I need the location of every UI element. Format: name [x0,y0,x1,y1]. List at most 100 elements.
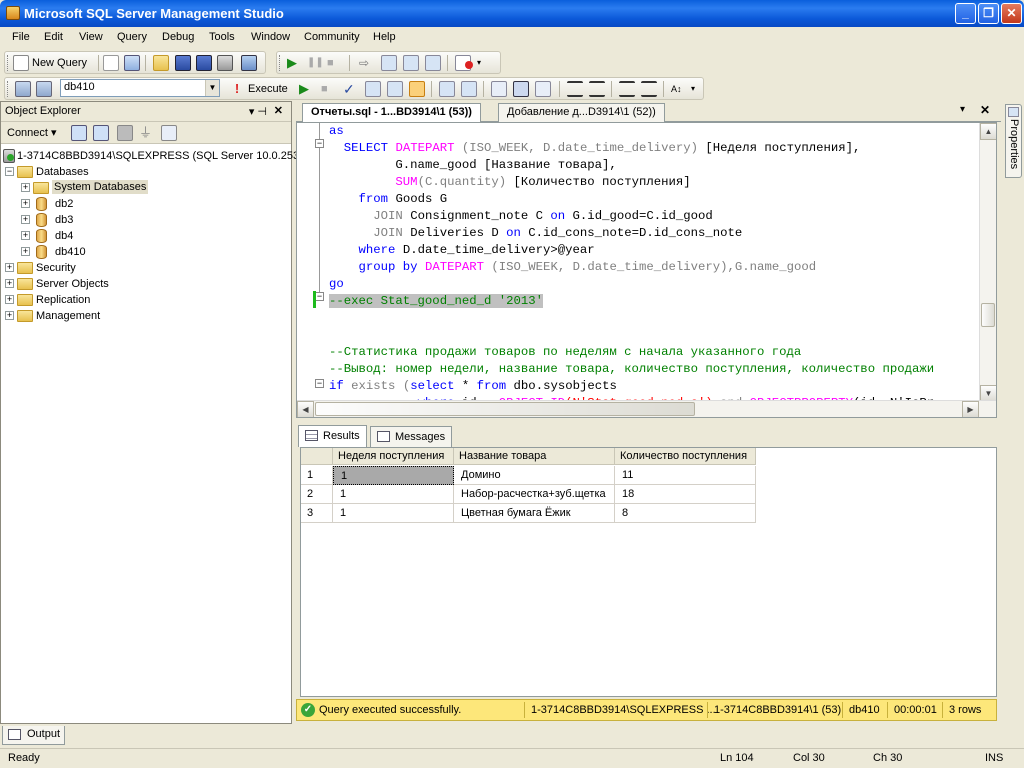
minimize-button[interactable]: _ [955,3,976,24]
collapse-icon[interactable]: − [5,167,14,176]
debug-run-icon[interactable]: ▶ [299,81,315,97]
expand-icon[interactable]: + [21,199,30,208]
cancel-query-icon[interactable]: ■ [321,81,337,97]
tab-dobavlenie[interactable]: Добавление д...D3914\1 (52)) [498,103,665,122]
databases-node[interactable]: − Databases [5,164,205,180]
menu-community[interactable]: Community [304,31,360,43]
restore-button[interactable]: ❐ [978,3,999,24]
toolbar-grip[interactable] [7,55,10,71]
column-header[interactable]: Название товара [454,448,615,465]
expand-icon[interactable]: + [5,295,14,304]
tab-list-chevron-icon[interactable]: ▾ [960,104,965,115]
activity-monitor-icon[interactable] [241,55,257,71]
step-out-icon[interactable] [425,55,441,71]
results-to-text-icon[interactable] [409,81,425,97]
close-button[interactable]: ✕ [1001,3,1022,24]
specify-values-icon[interactable]: A↕ [671,81,687,97]
display-plan-icon[interactable] [365,81,381,97]
properties-side-tab[interactable]: Properties [1005,104,1022,178]
tab-results[interactable]: Results [298,425,367,447]
sql-editor[interactable]: − − − as SELECT DATEPART (ISO_WEEK, D.da… [296,122,997,418]
results-to-grid-icon[interactable] [513,81,529,97]
grid-cell[interactable]: 18 [615,485,756,504]
query-designer-icon[interactable] [387,81,403,97]
server-objects-node[interactable]: + Server Objects [5,276,205,292]
tab-otchety-sql[interactable]: Отчеты.sql - 1...BD3914\1 (53)) [302,103,481,123]
expand-icon[interactable]: + [5,279,14,288]
grid-cell[interactable]: 1 [333,485,454,504]
disconnect-icon[interactable] [93,125,109,141]
increase-indent-icon[interactable] [641,81,657,97]
scroll-right-icon[interactable]: ▶ [962,401,979,417]
close-icon[interactable]: ✕ [274,104,283,117]
pause-icon[interactable]: ❚❚ [307,55,324,71]
menu-file[interactable]: File [12,31,30,43]
toolbar-grip[interactable] [279,55,282,71]
menu-help[interactable]: Help [373,31,396,43]
chevron-down-icon[interactable]: ▾ [477,55,493,71]
column-header[interactable]: Количество поступления [615,448,756,465]
management-node[interactable]: + Management [5,308,205,324]
expand-icon[interactable]: + [21,215,30,224]
comment-out-icon[interactable] [567,81,583,97]
scroll-thumb[interactable] [981,303,995,327]
expand-icon[interactable]: + [5,263,14,272]
chevron-down-icon[interactable]: ▾ [691,81,707,97]
scroll-thumb[interactable] [315,402,695,416]
menu-view[interactable]: View [79,31,103,43]
results-to-file-icon[interactable] [491,81,507,97]
row-number[interactable]: 2 [301,485,333,504]
toolbar-grip[interactable] [7,81,10,97]
tab-messages[interactable]: Messages [370,426,453,447]
stop-icon[interactable] [117,125,133,141]
grid-cell[interactable]: 1 [333,504,454,523]
close-tab-icon[interactable]: ✕ [980,103,990,117]
grid-cell[interactable]: 1 [333,466,454,485]
grid-cell[interactable]: Набор-расчестка+зуб.щетка [454,485,615,504]
open-file-icon[interactable] [153,55,169,71]
table-icon[interactable] [124,55,140,71]
menu-query[interactable]: Query [117,31,147,43]
grid-cell[interactable]: Домино [454,466,615,485]
expand-icon[interactable]: + [21,183,30,192]
execute-button[interactable]: Execute [248,83,288,95]
expand-icon[interactable]: + [21,247,30,256]
new-file-icon[interactable] [103,55,119,71]
db-node-db2[interactable]: + db2 [21,196,221,212]
editor-horizontal-scrollbar[interactable]: ◀ ▶ [297,400,996,417]
grid-cell[interactable]: 8 [615,504,756,523]
stop-debug-icon[interactable]: ■ [327,55,343,71]
results-grid[interactable]: Неделя поступления Название товара Колич… [300,447,997,697]
db-node-db3[interactable]: + db3 [21,212,221,228]
menu-window[interactable]: Window [251,31,290,43]
print-icon[interactable] [217,55,233,71]
save-all-icon[interactable] [196,55,212,71]
db-node-db4[interactable]: + db4 [21,228,221,244]
step-into-icon[interactable] [381,55,397,71]
refresh-icon[interactable] [161,125,177,141]
connect-icon[interactable] [71,125,87,141]
security-node[interactable]: + Security [5,260,205,276]
scroll-left-icon[interactable]: ◀ [297,401,314,417]
chevron-down-icon[interactable]: ▼ [205,80,219,96]
collapse-region-icon[interactable]: − [315,292,324,301]
new-query-button[interactable]: New Query [32,57,87,69]
editor-vertical-scrollbar[interactable]: ▲ ▼ [979,123,996,402]
results-to-report-icon[interactable] [535,81,551,97]
database-selector[interactable]: db410 ▼ [60,79,220,97]
change-connection-icon[interactable] [36,81,52,97]
uncomment-icon[interactable] [589,81,605,97]
row-number[interactable]: 1 [301,466,333,485]
column-header[interactable]: Неделя поступления [333,448,454,465]
row-number-header[interactable] [301,448,333,465]
filter-icon[interactable]: ⏚ [139,125,155,141]
scroll-up-icon[interactable]: ▲ [980,123,996,140]
parse-checkmark-icon[interactable]: ✓ [343,81,359,97]
expand-icon[interactable]: + [5,311,14,320]
collapse-region-icon[interactable]: − [315,139,324,148]
decrease-indent-icon[interactable] [619,81,635,97]
client-statistics-icon[interactable] [461,81,477,97]
db-node-db410[interactable]: + db410 [21,244,221,260]
system-databases-node[interactable]: + System Databases [21,180,221,196]
menu-debug[interactable]: Debug [162,31,194,43]
